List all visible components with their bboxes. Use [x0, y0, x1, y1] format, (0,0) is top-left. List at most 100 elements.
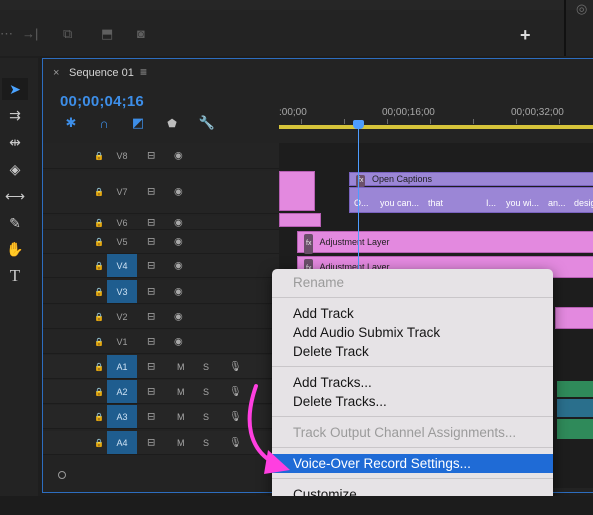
sequence-title[interactable]: Sequence 01: [69, 67, 134, 79]
ripple-edit-tool-icon[interactable]: ⇹: [2, 131, 28, 153]
mute-button[interactable]: M: [177, 387, 185, 397]
pen-tool-icon[interactable]: ✎: [2, 212, 28, 234]
sync-lock-icon[interactable]: ⊟: [147, 187, 155, 198]
eye-icon[interactable]: ◉: [174, 187, 183, 198]
lock-icon[interactable]: 🔒: [94, 438, 104, 447]
track-header-v2[interactable]: 🔒 V2 ⊟ ◉: [43, 305, 279, 329]
transport-dots-icon[interactable]: ⋯: [0, 27, 13, 41]
track-header-v6[interactable]: 🔒 V6 ⊟ ◉: [43, 216, 279, 230]
lock-icon[interactable]: 🔒: [94, 218, 104, 227]
track-target-a1[interactable]: A1: [107, 355, 137, 378]
sync-lock-icon[interactable]: ⊟: [147, 361, 155, 372]
sync-lock-icon[interactable]: ⊟: [147, 437, 155, 448]
track-target-v8[interactable]: V8: [107, 143, 137, 168]
sync-lock-icon[interactable]: ⊟: [147, 336, 155, 347]
track-header-a1[interactable]: 🔒 A1 ⊟ M S 🎙: [43, 355, 279, 379]
sequence-tab[interactable]: × Sequence 01 ≡: [43, 59, 593, 87]
track-header-v7[interactable]: 🔒 V7 ⊟ ◉: [43, 171, 279, 214]
eye-icon[interactable]: ◉: [174, 217, 183, 228]
sync-lock-icon[interactable]: ⊟: [147, 236, 155, 247]
menu-item-delete-tracks[interactable]: Delete Tracks...: [272, 392, 553, 411]
solo-button[interactable]: S: [203, 362, 209, 372]
lock-icon[interactable]: 🔒: [94, 337, 104, 346]
menu-item-add-track[interactable]: Add Track: [272, 304, 553, 323]
eye-icon[interactable]: ◉: [174, 286, 183, 297]
type-tool-icon[interactable]: T: [2, 265, 28, 287]
scroll-handle-icon[interactable]: [58, 471, 66, 479]
track-header-v5[interactable]: 🔒 V5 ⊟ ◉: [43, 230, 279, 254]
sync-lock-icon[interactable]: ⊟: [147, 150, 155, 161]
sync-lock-icon[interactable]: ⊟: [147, 311, 155, 322]
eye-icon[interactable]: ◉: [174, 336, 183, 347]
close-tab-icon[interactable]: ×: [53, 67, 59, 79]
track-header-v8[interactable]: 🔒 V8 ⊟ ◉: [43, 143, 279, 169]
wrench-icon[interactable]: 🔧: [198, 115, 216, 131]
video-clip[interactable]: [279, 213, 321, 227]
add-button[interactable]: +: [520, 26, 531, 44]
solo-button[interactable]: S: [203, 412, 209, 422]
sync-lock-icon[interactable]: ⊟: [147, 411, 155, 422]
eye-icon[interactable]: ◉: [174, 311, 183, 322]
eye-icon[interactable]: ◉: [174, 236, 183, 247]
linked-selection-icon[interactable]: ◩: [129, 115, 147, 131]
playhead-timecode[interactable]: 00;00;04;16: [60, 93, 144, 110]
track-target-v3[interactable]: V3: [107, 280, 137, 303]
track-header-v3[interactable]: 🔒 V3 ⊟ ◉: [43, 280, 279, 304]
lock-icon[interactable]: 🔒: [94, 151, 104, 160]
sync-lock-icon[interactable]: ⊟: [147, 217, 155, 228]
lock-icon[interactable]: 🔒: [94, 261, 104, 270]
insert-icon[interactable]: →|: [22, 27, 38, 41]
mute-button[interactable]: M: [177, 438, 185, 448]
sync-lock-icon[interactable]: ⊟: [147, 286, 155, 297]
export-frame-icon[interactable]: ◙: [137, 27, 145, 41]
track-target-v1[interactable]: V1: [107, 330, 137, 353]
track-target-a4[interactable]: A4: [107, 431, 137, 454]
selection-tool-icon[interactable]: ➤: [2, 78, 28, 100]
track-target-v7[interactable]: V7: [107, 171, 137, 213]
panel-menu-icon[interactable]: ≡: [140, 65, 147, 79]
video-clip[interactable]: [555, 307, 593, 329]
mute-button[interactable]: M: [177, 362, 185, 372]
lift-icon[interactable]: ⬒: [101, 27, 113, 41]
audio-clip[interactable]: [557, 381, 593, 397]
video-clip[interactable]: [279, 171, 315, 211]
lock-icon[interactable]: 🔒: [94, 387, 104, 396]
snap-icon[interactable]: ∩: [95, 115, 113, 131]
lock-icon[interactable]: 🔒: [94, 362, 104, 371]
eye-icon[interactable]: ◉: [174, 150, 183, 161]
menu-item-delete-track[interactable]: Delete Track: [272, 342, 553, 361]
menu-item-voice-over-record-settings[interactable]: Voice-Over Record Settings...: [272, 454, 553, 473]
lock-icon[interactable]: 🔒: [94, 237, 104, 246]
track-target-a2[interactable]: A2: [107, 380, 137, 403]
mute-button[interactable]: M: [177, 412, 185, 422]
time-ruler[interactable]: :00;00 00;00;16;00 00;00;32;00: [279, 103, 593, 143]
settings-icon[interactable]: ◎: [576, 2, 587, 16]
lock-icon[interactable]: 🔒: [94, 188, 104, 197]
track-target-a3[interactable]: A3: [107, 405, 137, 428]
track-target-v4[interactable]: V4: [107, 254, 137, 277]
nest-toggle-icon[interactable]: ✱: [62, 115, 80, 131]
slip-tool-icon[interactable]: ⟷: [2, 185, 28, 207]
eye-icon[interactable]: ◉: [174, 260, 183, 271]
hand-tool-icon[interactable]: ✋: [2, 238, 28, 260]
lock-icon[interactable]: 🔒: [94, 412, 104, 421]
menu-item-add-audio-submix-track[interactable]: Add Audio Submix Track: [272, 323, 553, 342]
track-header-v4[interactable]: 🔒 V4 ⊟ ◉: [43, 254, 279, 278]
lock-icon[interactable]: 🔒: [94, 287, 104, 296]
track-target-v2[interactable]: V2: [107, 305, 137, 328]
work-area-bar[interactable]: [279, 125, 593, 129]
sync-lock-icon[interactable]: ⊟: [147, 260, 155, 271]
track-select-tool-icon[interactable]: ⇉: [2, 104, 28, 126]
adjustment-layer-clip[interactable]: fx Adjustment Layer: [297, 231, 593, 254]
audio-clip[interactable]: [557, 399, 593, 417]
track-target-v5[interactable]: V5: [107, 230, 137, 253]
caption-segments[interactable]: O... you can... that I... you wi... an..…: [349, 187, 593, 213]
add-marker-icon[interactable]: ⬟: [163, 115, 181, 131]
solo-button[interactable]: S: [203, 438, 209, 448]
track-target-v6[interactable]: V6: [107, 216, 137, 229]
overwrite-icon[interactable]: ⧉: [63, 27, 72, 41]
track-header-v1[interactable]: 🔒 V1 ⊟ ◉: [43, 330, 279, 354]
audio-clip[interactable]: [557, 419, 593, 439]
menu-item-add-tracks[interactable]: Add Tracks...: [272, 373, 553, 392]
sync-lock-icon[interactable]: ⊟: [147, 386, 155, 397]
